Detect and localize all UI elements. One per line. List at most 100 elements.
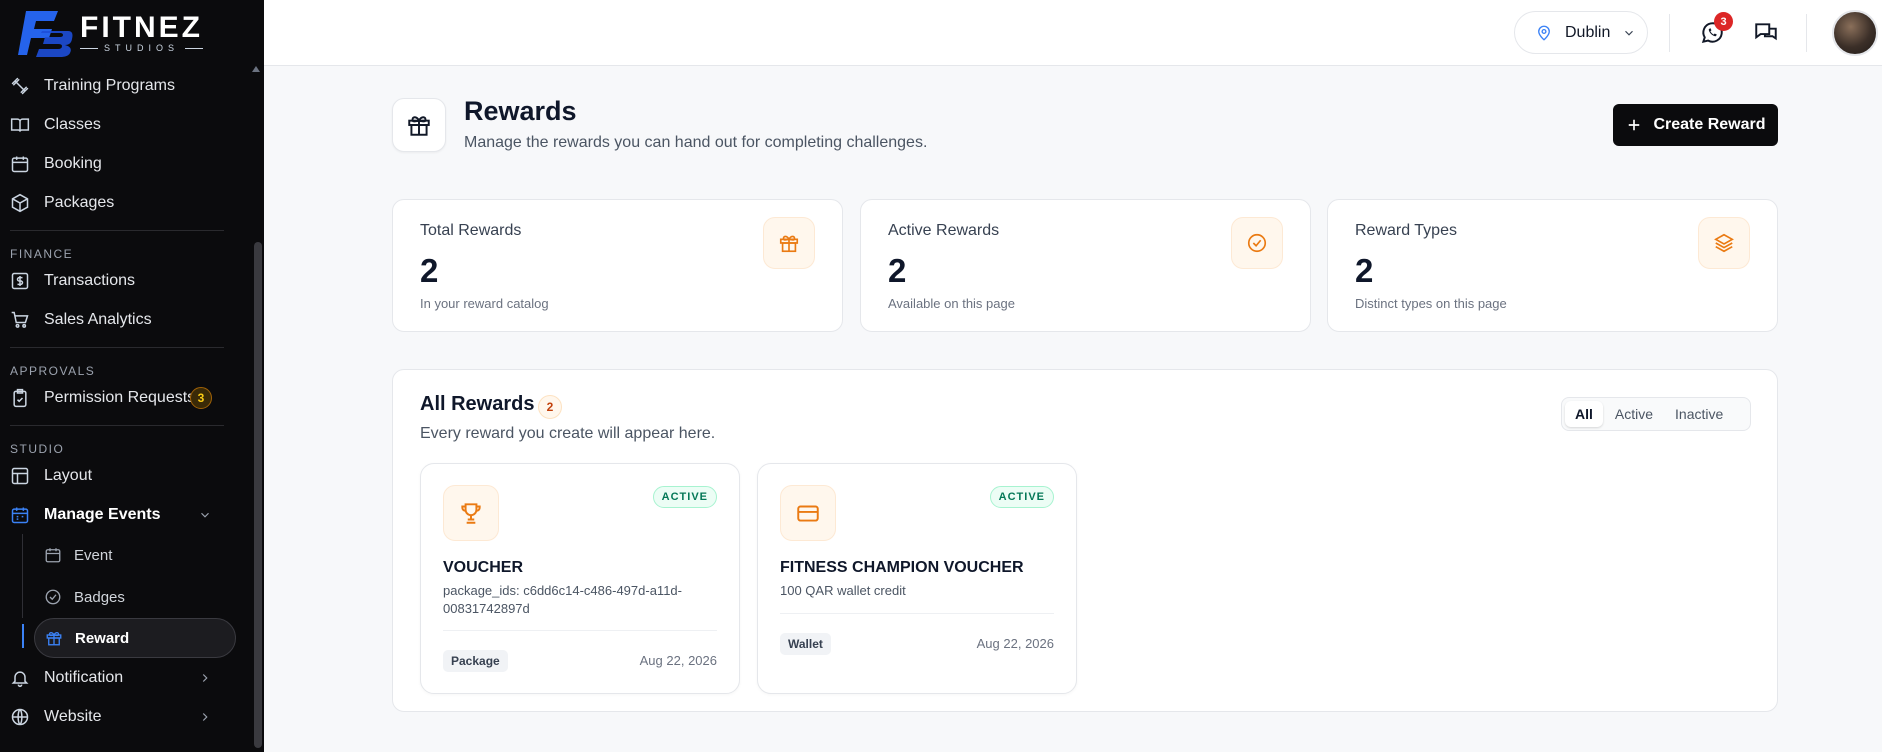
stat-hint: Distinct types on this page	[1355, 296, 1507, 311]
whatsapp-count-badge: 3	[1714, 12, 1733, 31]
layout-icon	[11, 467, 29, 484]
stat-label: Total Rewards	[420, 222, 522, 239]
chat-bubbles-icon	[1755, 23, 1777, 41]
clipboard-check-icon	[13, 388, 27, 407]
sidebar-item-packages[interactable]: Packages	[0, 183, 250, 222]
book-icon	[10, 117, 30, 132]
globe-icon	[11, 708, 29, 725]
sidebar-subitem-label: Badges	[74, 588, 125, 606]
stat-hint: In your reward catalog	[420, 296, 549, 311]
sidebar-subitem-event[interactable]: Event	[0, 534, 250, 576]
sidebar-scrollbar[interactable]	[254, 242, 262, 748]
sidebar-item-label: Booking	[44, 154, 102, 172]
brand-tagline: STUDIOS	[80, 43, 203, 53]
credit-card-icon	[797, 505, 819, 522]
sidebar-item-label: Transactions	[44, 271, 135, 289]
create-reward-button[interactable]: Create Reward	[1613, 104, 1778, 146]
card-divider	[780, 613, 1054, 614]
whatsapp-button[interactable]: 3	[1697, 12, 1733, 48]
calendar-icon	[11, 507, 29, 523]
layers-icon	[1714, 233, 1734, 253]
status-filter-tabs: All Active Inactive	[1561, 397, 1751, 431]
gift-icon	[408, 116, 430, 136]
stat-card-active-rewards: Active Rewards 2 Available on this page	[860, 199, 1311, 332]
sidebar-item-booking[interactable]: Booking	[0, 144, 250, 183]
stat-label: Active Rewards	[888, 222, 1000, 239]
stat-value: 2	[1355, 252, 1374, 289]
reward-card[interactable]: ACTIVE FITNESS CHAMPION VOUCHER 100 QAR …	[757, 463, 1077, 694]
page-gift-icon-box	[392, 98, 446, 152]
user-avatar[interactable]	[1832, 10, 1878, 56]
permission-count-badge: 3	[190, 386, 212, 409]
page-title: Rewards	[464, 96, 577, 126]
gift-icon	[779, 235, 799, 253]
chevron-down-icon	[1625, 30, 1634, 36]
reward-description: package_ids: c6dd6c14-c486-497d-a11d-008…	[443, 583, 682, 616]
stat-icon-box	[1231, 217, 1283, 269]
filter-inactive[interactable]: Inactive	[1665, 401, 1733, 427]
stat-hint: Available on this page	[888, 296, 1015, 311]
chevron-right-icon	[202, 673, 208, 682]
logo-mark-icon	[18, 11, 73, 57]
chevron-down-icon	[201, 512, 209, 518]
brand-name: FITNEZ	[80, 11, 203, 44]
topbar-divider	[1669, 14, 1670, 52]
sidebar-item-manage-events[interactable]: Manage Events	[0, 495, 250, 534]
sidebar-item-label: Sales Analytics	[44, 310, 152, 328]
stat-card-total-rewards: Total Rewards 2 In your reward catalog	[392, 199, 843, 332]
stat-value: 2	[420, 252, 439, 289]
location-selector[interactable]: Dublin	[1514, 11, 1648, 54]
sidebar-item-transactions[interactable]: Transactions	[0, 261, 250, 300]
all-rewards-panel: All Rewards 2 Every reward you create wi…	[392, 369, 1778, 712]
calendar-icon	[11, 156, 29, 172]
divider	[10, 347, 224, 348]
sidebar-item-label: Notification	[44, 668, 124, 686]
sidebar-item-label: Classes	[44, 115, 101, 133]
sidebar-subitem-label: Event	[74, 546, 113, 564]
sidebar-item-layout[interactable]: Layout	[0, 456, 250, 495]
topbar-divider	[1806, 14, 1807, 52]
sidebar-item-website[interactable]: Website	[0, 697, 250, 736]
status-badge: ACTIVE	[989, 486, 1054, 508]
sidebar-item-label: Training Programs	[44, 76, 176, 94]
sidebar-nav: Training Programs Classes Booking Packag…	[0, 66, 250, 736]
stat-icon-box	[1698, 217, 1750, 269]
section-label-finance: FINANCE	[10, 247, 74, 261]
filter-active[interactable]: Active	[1605, 401, 1663, 427]
chevron-right-icon	[202, 712, 208, 721]
main-content: Rewards Manage the rewards you can hand …	[264, 66, 1882, 752]
sidebar-subitem-label: Reward	[75, 629, 130, 647]
sidebar-subitem-badges[interactable]: Badges	[0, 576, 250, 618]
topbar: Dublin 3	[264, 0, 1882, 66]
sidebar-item-notification[interactable]: Notification	[0, 658, 250, 697]
sidebar-item-label: Manage Events	[44, 505, 161, 523]
panel-title: All Rewards	[420, 393, 535, 415]
sidebar-item-training-programs[interactable]: Training Programs	[0, 66, 250, 105]
cart-icon	[11, 311, 29, 328]
sidebar-item-label: Packages	[44, 193, 115, 211]
sidebar-item-sales-analytics[interactable]: Sales Analytics	[0, 300, 250, 339]
filter-all[interactable]: All	[1565, 401, 1603, 427]
status-badge: ACTIVE	[652, 486, 717, 508]
stat-icon-box	[763, 217, 815, 269]
location-label: Dublin	[1565, 23, 1611, 41]
package-icon	[11, 193, 29, 212]
scroll-up-arrow[interactable]	[252, 66, 260, 72]
messages-button[interactable]	[1751, 18, 1781, 48]
stat-card-reward-types: Reward Types 2 Distinct types on this pa…	[1327, 199, 1778, 332]
sidebar-subitem-reward[interactable]: Reward	[34, 618, 236, 658]
check-circle-icon	[45, 589, 61, 605]
reward-card[interactable]: ACTIVE VOUCHER package_ids: c6dd6c14-c48…	[420, 463, 740, 694]
dollar-icon	[11, 272, 29, 289]
reward-type-tag: Wallet	[780, 633, 831, 655]
sidebar-item-permission-requests[interactable]: Permission Requests 3	[0, 378, 250, 417]
sidebar: FITNEZ STUDIOS Training Programs Classes…	[0, 0, 264, 752]
trophy-icon	[461, 503, 481, 524]
sidebar-item-classes[interactable]: Classes	[0, 105, 250, 144]
plus-icon	[1629, 119, 1640, 131]
sidebar-item-label: Layout	[44, 466, 93, 484]
page-subtitle: Manage the rewards you can hand out for …	[464, 134, 928, 151]
divider	[10, 230, 224, 231]
section-label-studio: STUDIO	[10, 442, 65, 456]
brand-logo[interactable]: FITNEZ STUDIOS	[0, 0, 264, 66]
